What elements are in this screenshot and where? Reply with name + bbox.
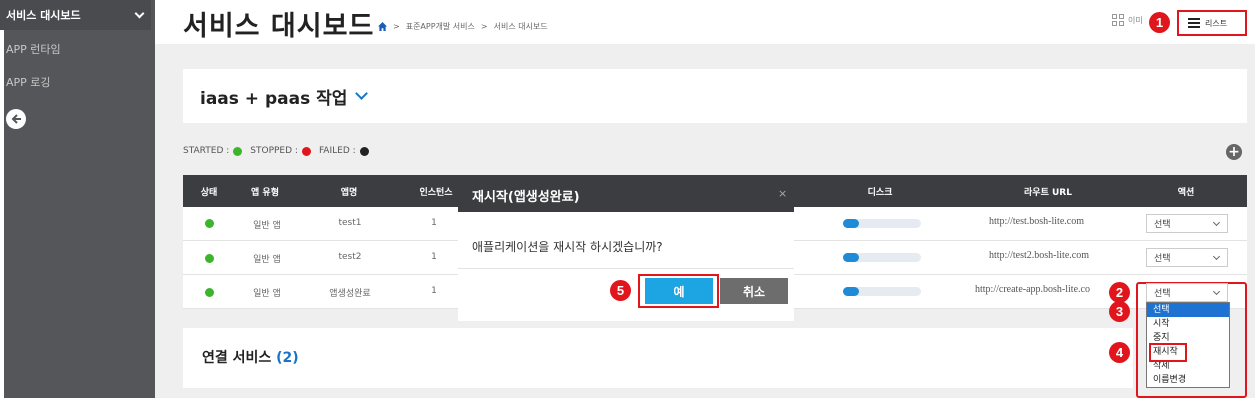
- status-legend: STARTED : STOPPED : FAILED :: [183, 146, 369, 156]
- col-app-type: 앱 유형: [251, 188, 279, 198]
- chevron-down-icon: [134, 8, 145, 18]
- step-badge: 2: [1109, 282, 1130, 303]
- col-disk: 디스크: [867, 188, 893, 198]
- step-badge: 4: [1109, 342, 1130, 363]
- chevron-down-icon: [1212, 252, 1221, 260]
- step-badge: 3: [1109, 301, 1130, 322]
- sidebar-item-app-logging[interactable]: APP 로깅: [6, 74, 51, 90]
- dropdown-option-rename[interactable]: 이름변경: [1147, 373, 1229, 387]
- modal-message: 애플리케이션을 재시작 하시겠습니까?: [472, 240, 663, 254]
- step-badge: 1: [1149, 12, 1170, 33]
- status-dot: [205, 288, 214, 297]
- sidebar-item-app-runtime[interactable]: APP 런타임: [6, 41, 61, 57]
- status-dot: [205, 254, 214, 263]
- chevron-down-icon: [1212, 287, 1221, 295]
- breadcrumb: > 표준APP개발 서비스 > 서비스 대시보드: [378, 21, 548, 32]
- view-list-label: 리스트: [1205, 18, 1228, 28]
- failed-dot: [359, 146, 369, 156]
- add-app-icon[interactable]: +: [1226, 144, 1242, 160]
- highlight-frame: [1149, 343, 1187, 362]
- connected-services-card: [183, 328, 1133, 388]
- dropdown-option-select[interactable]: 선택: [1147, 303, 1229, 317]
- dropdown-option-start[interactable]: 시작: [1147, 317, 1229, 331]
- logout-icon[interactable]: [6, 109, 26, 129]
- col-status: 상태: [200, 188, 218, 198]
- stopped-dot: [301, 146, 311, 156]
- modal-title: 재시작(앱생성완료): [472, 190, 580, 205]
- col-app-name: 앱명: [340, 188, 358, 198]
- home-icon[interactable]: [378, 22, 387, 31]
- status-dot: [205, 219, 214, 228]
- confirm-button[interactable]: 예: [645, 278, 713, 304]
- grid-icon: [1112, 14, 1124, 26]
- breadcrumb-item: 서비스 대시보드: [493, 22, 548, 31]
- action-select[interactable]: 선택: [1146, 248, 1228, 267]
- sidebar-menu-header[interactable]: 서비스 대시보드: [0, 0, 151, 30]
- breadcrumb-item[interactable]: 표준APP개발 서비스: [406, 21, 475, 32]
- org-selector[interactable]: iaas + paas 작업: [200, 84, 369, 109]
- connected-services-title: 연결 서비스 (2): [202, 350, 299, 366]
- view-image-button[interactable]: 이미: [1112, 14, 1143, 26]
- sidebar: [4, 0, 155, 398]
- chevron-down-icon: [355, 87, 369, 100]
- disk-bar: [843, 287, 921, 296]
- list-icon: [1188, 18, 1200, 28]
- action-select[interactable]: 선택: [1146, 214, 1228, 233]
- divider: [458, 268, 794, 269]
- step-badge: 5: [610, 280, 631, 301]
- col-instances: 인스턴스: [419, 188, 453, 198]
- action-select[interactable]: 선택: [1146, 283, 1228, 302]
- started-dot: [233, 146, 243, 156]
- disk-bar: [843, 219, 921, 228]
- col-action: 액션: [1177, 188, 1195, 198]
- chevron-down-icon: [1212, 218, 1221, 226]
- page-title: 서비스 대시보드: [183, 11, 375, 42]
- sidebar-header-label: 서비스 대시보드: [6, 9, 81, 22]
- org-title: iaas + paas 작업: [200, 89, 348, 109]
- cancel-button[interactable]: 취소: [720, 278, 788, 304]
- disk-bar: [843, 253, 921, 262]
- col-route-url: 라우트 URL: [1024, 188, 1072, 198]
- close-icon[interactable]: ×: [778, 187, 787, 200]
- view-list-button[interactable]: 리스트: [1177, 10, 1247, 36]
- view-image-label: 이미: [1128, 15, 1143, 25]
- service-count: (2): [276, 350, 299, 366]
